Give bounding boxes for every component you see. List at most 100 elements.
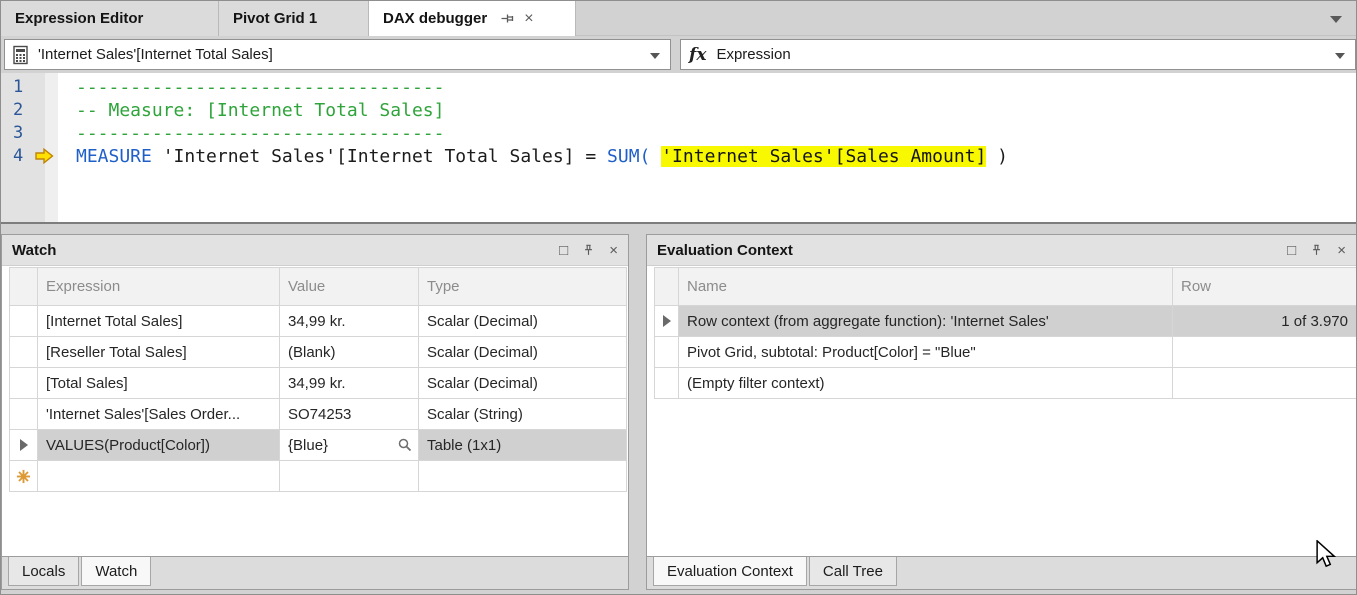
close-icon[interactable]: × [609,243,618,258]
panel-title: Evaluation Context [657,242,1273,259]
context-name-cell[interactable]: Pivot Grid, subtotal: Product[Color] = "… [679,337,1173,368]
row-selector-cell[interactable] [10,337,38,368]
current-row-arrow-icon [663,315,671,327]
value-cell[interactable]: {Blue} [280,430,419,461]
row-selector-cell[interactable] [10,368,38,399]
row-selector-cell[interactable] [10,461,38,492]
tab-list-dropdown-icon[interactable] [1330,16,1342,23]
code-comment: -- Measure: [Internet Total Sales] [76,100,444,121]
code-keyword: SUM( [607,146,650,167]
tab-call-tree[interactable]: Call Tree [809,557,897,586]
expression-cell[interactable]: [Reseller Total Sales] [38,337,280,368]
value-cell[interactable] [280,461,419,492]
column-header-name: Name [679,268,1173,306]
magnifier-icon[interactable] [398,438,412,452]
column-header-expression: Expression [38,268,280,306]
evaluation-panel-header: Evaluation Context □ × [647,235,1356,266]
measure-selector-combobox[interactable]: 'Internet Sales'[Internet Total Sales] [4,39,671,70]
evaluation-grid: Name Row Row context (from aggregate fun… [647,266,1356,556]
context-name-cell[interactable]: Row context (from aggregate function): '… [679,306,1173,337]
row-selector-cell[interactable] [10,430,38,461]
evaluation-row[interactable]: Pivot Grid, subtotal: Product[Color] = "… [655,337,1356,368]
pin-icon[interactable] [1310,243,1323,258]
watch-row-selected[interactable]: VALUES(Product[Color]) {Blue} Table (1x1… [10,430,627,461]
row-selector-cell[interactable] [10,399,38,430]
watch-panel: Watch □ × Expression Value Type [Intern [1,234,629,590]
watch-row[interactable]: [Internet Total Sales] 34,99 kr. Scalar … [10,306,627,337]
line-number: 3 [13,122,41,145]
type-cell: Scalar (Decimal) [419,306,627,337]
type-cell: Scalar (Decimal) [419,368,627,399]
fx-icon: fx [689,45,706,65]
expression-selector-combobox[interactable]: fx Expression [680,39,1356,70]
tab-label: Evaluation Context [667,563,793,580]
row-selector-cell[interactable] [10,306,38,337]
calculator-icon [13,45,28,65]
close-icon[interactable]: × [524,11,533,27]
tab-label: Locals [22,563,65,580]
line-number: 2 [13,99,41,122]
dax-debugger-window: Expression Editor Pivot Grid 1 DAX debug… [0,0,1357,595]
watch-panel-header: Watch □ × [2,235,628,266]
evaluation-panel-tabstrip: Evaluation Context Call Tree [647,556,1356,589]
current-statement-arrow-icon [35,148,54,164]
code-line: ---------------------------------- [76,122,444,145]
code-line: -- Measure: [Internet Total Sales] [76,99,444,122]
row-selector-cell[interactable] [655,337,679,368]
value-cell[interactable]: (Blank) [280,337,419,368]
evaluation-row-selected[interactable]: Row context (from aggregate function): '… [655,306,1356,337]
tab-label: Call Tree [823,563,883,580]
row-selector-cell[interactable] [655,368,679,399]
code-keyword: MEASURE [76,146,152,167]
column-header-type: Type [419,268,627,306]
close-icon[interactable]: × [1337,243,1346,258]
maximize-icon[interactable]: □ [1287,243,1296,258]
code-line: ---------------------------------- [76,76,444,99]
tab-locals[interactable]: Locals [8,557,79,586]
expression-cell[interactable]: VALUES(Product[Color]) [38,430,280,461]
tab-evaluation-context[interactable]: Evaluation Context [653,557,807,586]
value-cell[interactable]: 34,99 kr. [280,306,419,337]
new-row-star-icon [16,469,31,484]
expression-cell[interactable]: 'Internet Sales'[Sales Order... [38,399,280,430]
pin-icon[interactable] [582,243,595,258]
watch-row[interactable]: 'Internet Sales'[Sales Order... SO74253 … [10,399,627,430]
column-header-row: Row [1173,268,1356,306]
code-comment: ---------------------------------- [76,123,444,144]
value-cell[interactable]: SO74253 [280,399,419,430]
evaluation-row[interactable]: (Empty filter context) [655,368,1356,399]
current-row-arrow-icon [20,439,28,451]
maximize-icon[interactable]: □ [559,243,568,258]
value-cell[interactable]: 34,99 kr. [280,368,419,399]
code-editor[interactable]: 1 2 3 4 --------------------------------… [1,73,1356,224]
tab-label: DAX debugger [383,10,487,27]
tab-pivot-grid-1[interactable]: Pivot Grid 1 [219,1,369,36]
measure-combo-value: 'Internet Sales'[Internet Total Sales] [38,46,273,63]
chevron-down-icon [650,53,660,59]
evaluation-context-panel: Evaluation Context □ × Name Row [646,234,1357,590]
code-comment: ---------------------------------- [76,77,444,98]
watch-row[interactable]: [Reseller Total Sales] (Blank) Scalar (D… [10,337,627,368]
tab-expression-editor[interactable]: Expression Editor [1,1,219,36]
expression-cell[interactable] [38,461,280,492]
tab-label: Pivot Grid 1 [233,10,317,27]
type-cell [419,461,627,492]
code-highlighted-expression: 'Internet Sales'[Sales Amount] [661,146,986,167]
tab-label: Expression Editor [15,10,143,27]
column-header-value: Value [280,268,419,306]
row-selector-cell[interactable] [655,306,679,337]
tab-watch[interactable]: Watch [81,557,151,586]
line-number: 1 [13,76,41,99]
chevron-down-icon [1335,53,1345,59]
watch-panel-tabstrip: Locals Watch [2,556,628,589]
watch-row[interactable]: [Total Sales] 34,99 kr. Scalar (Decimal) [10,368,627,399]
expression-combo-value: Expression [716,46,790,63]
watch-grid-header: Expression Value Type [10,268,627,306]
pin-icon[interactable] [499,11,514,26]
watch-grid: Expression Value Type [Internet Total Sa… [2,266,628,556]
expression-cell[interactable]: [Internet Total Sales] [38,306,280,337]
expression-cell[interactable]: [Total Sales] [38,368,280,399]
tab-dax-debugger[interactable]: DAX debugger × [369,1,576,36]
watch-new-row[interactable] [10,461,627,492]
context-name-cell[interactable]: (Empty filter context) [679,368,1173,399]
